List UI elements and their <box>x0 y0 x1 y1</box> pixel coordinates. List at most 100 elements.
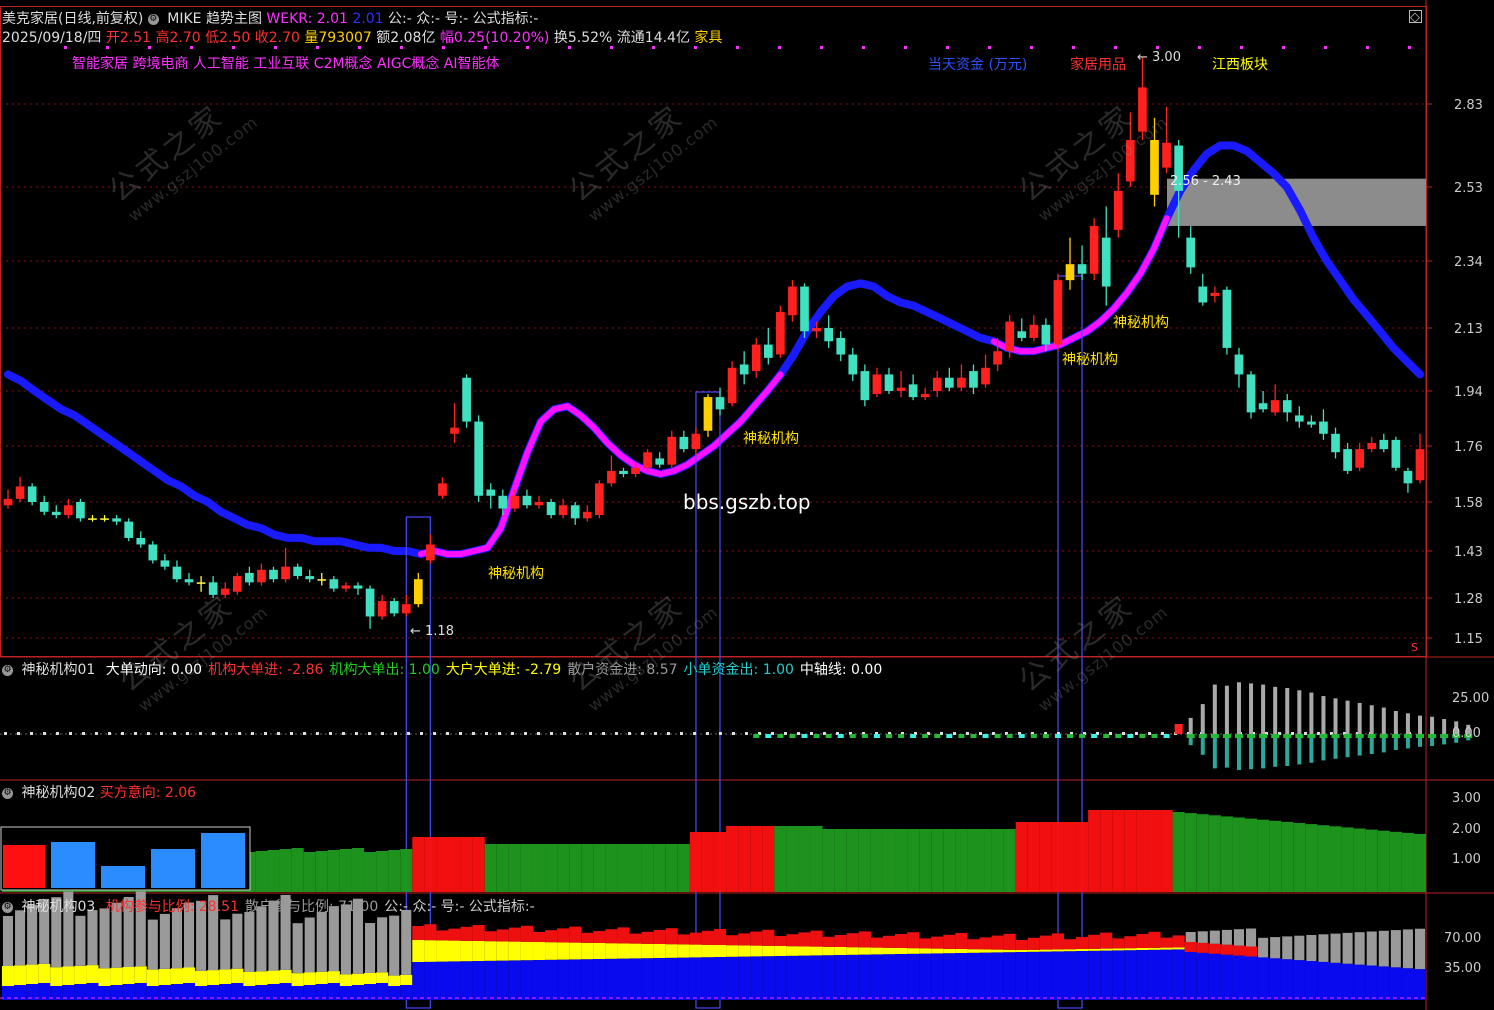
vol-label: 量 <box>304 30 319 46</box>
inflow-ratio-bar <box>1003 933 1016 950</box>
candle-body <box>377 601 387 617</box>
midline-dot <box>979 732 982 735</box>
major-ratio-bar <box>798 946 811 956</box>
inflow-bar <box>1416 734 1424 738</box>
flow-bar <box>801 734 808 738</box>
midline-dot <box>797 732 800 735</box>
panel1-tick: 0.00 <box>1452 726 1481 741</box>
retail-ratio-bar <box>1209 930 1220 944</box>
signal-label: 神秘机构 <box>743 431 799 447</box>
major-ratio-bar <box>895 948 908 954</box>
panel2-header: ⚙ 神秘机构02 买方意向: 2.06 <box>2 782 196 802</box>
inflow-ratio-bar <box>653 930 666 944</box>
major-ratio-bar <box>629 943 642 959</box>
buy-intent-bar <box>943 829 956 892</box>
inflow-ratio-bar <box>870 937 883 948</box>
flow-bar <box>1151 734 1158 738</box>
panel3-tick: 35.00 <box>1444 961 1482 976</box>
indicator-name[interactable]: MIKE <box>167 11 201 27</box>
inflow-ratio-bar <box>1063 939 1077 950</box>
gear-icon[interactable]: ⚙ <box>2 664 13 676</box>
price-tick-label: 2.83 <box>1454 98 1483 113</box>
candle-body <box>1319 421 1328 434</box>
gear-icon[interactable]: ⚙ <box>2 787 13 799</box>
buy-intent-bar <box>532 844 546 892</box>
retail-bar <box>1236 682 1241 734</box>
institution-ratio-bar <box>1305 961 1318 1000</box>
major-ratio-bar <box>1039 949 1052 952</box>
candle-body <box>619 470 628 474</box>
retail-ratio-bar <box>256 906 267 972</box>
inflow-bar <box>1428 734 1437 738</box>
panel1-name[interactable]: 神秘机构01 <box>21 662 95 678</box>
candle-body <box>401 604 411 614</box>
major-ratio-bar <box>641 943 654 959</box>
gear-icon[interactable]: ⚙ <box>147 13 159 25</box>
midline-dot <box>420 732 423 735</box>
inflow-ratio-bar <box>448 928 461 941</box>
major-ratio-bar <box>38 963 51 983</box>
flow-bar <box>1030 734 1037 738</box>
midline-dot <box>121 732 124 735</box>
inflow-ratio-bar <box>919 938 932 949</box>
candle-body <box>1053 280 1063 345</box>
buy-intent-bar <box>738 826 751 892</box>
major-ratio-bar <box>931 948 944 954</box>
institution-ratio-bar <box>726 956 739 1000</box>
retail-bar <box>1309 692 1314 734</box>
major-ratio-bar <box>1 966 15 986</box>
buy-intent-bar <box>714 832 727 892</box>
buy-intent-bar <box>1124 810 1137 892</box>
inflow-bar <box>1343 734 1352 738</box>
major-ratio-bar <box>448 940 461 962</box>
window-icon[interactable] <box>1409 10 1422 23</box>
inflow-ratio-bar <box>1232 945 1246 956</box>
panel2-name[interactable]: 神秘机构02 <box>21 785 95 801</box>
signal-dot <box>1366 46 1369 49</box>
retail-bar <box>1430 716 1435 734</box>
buy-intent-bar <box>484 844 497 892</box>
inflow-ratio-bar <box>762 929 775 946</box>
major-ratio-bar <box>364 973 377 984</box>
midline-dot <box>485 732 488 735</box>
buy-intent-bar <box>750 826 763 892</box>
flow-bar <box>1115 734 1122 738</box>
outflow-bar <box>1297 734 1302 765</box>
candle-body <box>281 566 290 580</box>
major-ratio-bar <box>376 972 389 983</box>
retail-bar <box>1188 717 1193 734</box>
buy-intent-bar <box>822 829 835 892</box>
gear-icon[interactable]: ⚙ <box>2 901 13 913</box>
buy-intent-bar <box>689 832 702 892</box>
legend-bar <box>201 833 245 888</box>
major-ratio-bar <box>701 944 714 958</box>
inflow-ratio-bar <box>967 939 980 950</box>
retail-bar <box>1285 688 1290 734</box>
institution-ratio-bar <box>786 955 799 1000</box>
major-ratio-bar <box>460 940 473 962</box>
panel3-name[interactable]: 神秘机构03 <box>21 899 95 915</box>
retail-ratio-bar <box>220 919 231 970</box>
midline-dot <box>537 732 540 735</box>
formula-text: 公:- 众:- 号:- 公式指标:- <box>388 11 539 27</box>
major-ratio-bar <box>291 973 304 986</box>
institution-ratio-bar <box>1353 964 1366 1000</box>
buy-intent-bar <box>1341 827 1354 892</box>
inflow-ratio-bar <box>593 931 606 943</box>
flow-bar <box>873 734 880 738</box>
candle-body <box>160 560 170 567</box>
inflow-bar <box>1295 734 1304 738</box>
buy-intent-bar <box>1088 810 1101 892</box>
buy-intent-bar <box>1377 830 1390 892</box>
major-ratio-bar <box>1003 949 1016 953</box>
retail-ratio-bar <box>99 908 110 969</box>
inflow-ratio-bar <box>1184 942 1197 952</box>
buy-intent-bar <box>641 844 654 892</box>
midline-dot <box>82 732 85 735</box>
major-ratio-bar <box>74 965 87 984</box>
candle-body <box>172 566 182 580</box>
inflow-ratio-bar <box>1027 937 1040 950</box>
inflow-ratio-bar <box>979 937 992 950</box>
midline-dot <box>940 732 943 735</box>
range-label: 2.56 - 2.43 <box>1170 174 1241 189</box>
